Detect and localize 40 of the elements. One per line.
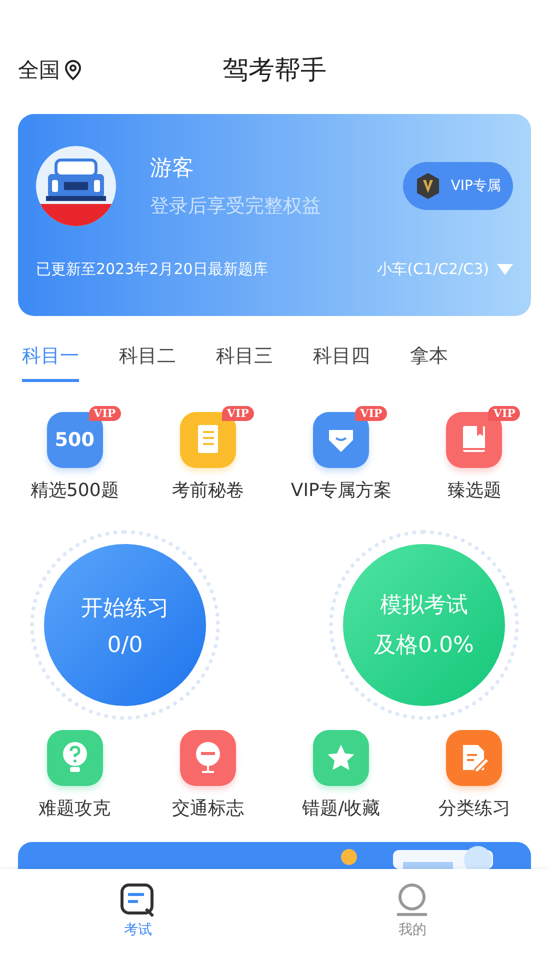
page-title: 驾考帮手: [222, 54, 326, 88]
vip-badge: VIP: [88, 406, 121, 421]
profile-icon: [395, 883, 430, 917]
practice-count: 0/0: [107, 632, 143, 658]
vip-feature-item[interactable]: VIP 考前秘卷: [141, 404, 274, 502]
vip-feature-item[interactable]: VIP VIP专属方案: [274, 404, 408, 502]
feature-label: VIP专属方案: [290, 479, 392, 502]
feature-label: 精选500题: [30, 479, 119, 502]
subject-tab[interactable]: 科目三: [216, 340, 273, 382]
vip-badge: VIP: [222, 406, 254, 421]
exam-icon: [120, 883, 156, 917]
location-pin-icon: [64, 59, 82, 81]
region-selector[interactable]: 全国: [18, 56, 82, 84]
tool-item[interactable]: 分类练习: [408, 722, 541, 820]
practice-title: 开始练习: [81, 594, 169, 622]
tool-label: 分类练习: [438, 797, 510, 820]
tool-item[interactable]: 交通标志: [141, 722, 274, 820]
dropdown-caret-icon: [497, 264, 513, 275]
tool-item[interactable]: 难题攻克: [8, 722, 142, 820]
tool-label: 难题攻克: [38, 797, 111, 820]
vip-badge-icon: [414, 172, 441, 200]
tool-label: 错题/收藏: [302, 797, 380, 820]
subject-tab[interactable]: 科目四: [313, 340, 370, 382]
feature-label: 考前秘卷: [172, 479, 244, 502]
nav-tab[interactable]: 我的: [395, 883, 430, 939]
vip-feature-item[interactable]: 500 VIP 精选500题: [8, 404, 142, 502]
feature-label: 臻选题: [447, 479, 502, 502]
region-label[interactable]: 全国: [18, 56, 60, 84]
exam-title: 模拟考试: [380, 592, 468, 620]
vip-feature-item[interactable]: VIP 臻选题: [408, 404, 541, 502]
subject-tab[interactable]: 拿本: [410, 340, 448, 382]
update-note: 已更新至2023年2月20日最新题库: [36, 260, 268, 279]
pass-rate: 及格0.0%: [374, 632, 474, 660]
tool-item[interactable]: 错题/收藏: [274, 722, 408, 820]
vip-badge: VIP: [488, 406, 520, 421]
vip-badge: VIP: [355, 406, 388, 421]
tool-label: 交通标志: [172, 797, 244, 820]
subject-tab[interactable]: 科目二: [119, 340, 176, 382]
number-label: 500: [54, 429, 94, 451]
user-name: 游客: [150, 155, 195, 183]
